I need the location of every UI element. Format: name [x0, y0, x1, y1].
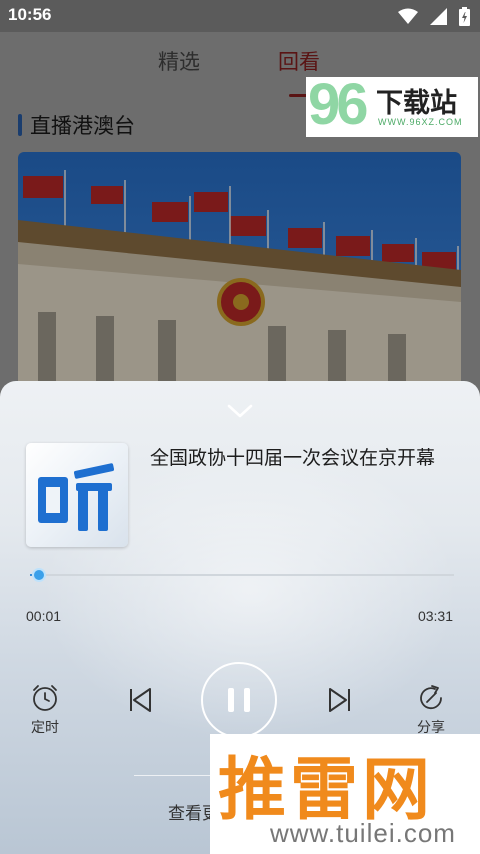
section-accent-bar [18, 114, 22, 136]
pause-icon [228, 688, 250, 712]
alarm-clock-icon [33, 685, 57, 711]
watermark-tuilei-url: www.tuilei.com [270, 818, 456, 848]
section-title: 直播港澳台 [30, 114, 135, 138]
watermark-number: 96 [308, 72, 368, 137]
live-thumbnail[interactable] [18, 152, 461, 392]
chevron-down-icon[interactable] [226, 401, 254, 421]
timer-label: 定时 [31, 720, 59, 736]
status-bar: 10:56 [0, 0, 480, 32]
status-time: 10:56 [8, 5, 52, 24]
track-title: 全国政协十四届一次会议在京开幕 [150, 447, 436, 469]
progress-bar[interactable] [30, 574, 454, 576]
album-cover: 听 [26, 443, 128, 547]
signal-icon [430, 8, 447, 25]
wifi-icon [398, 8, 418, 24]
battery-icon [459, 7, 470, 26]
pause-button[interactable] [201, 662, 277, 738]
watermark-url: WWW.96XZ.COM [378, 117, 463, 127]
progress-knob[interactable] [32, 568, 47, 582]
total-time: 03:31 [417, 608, 453, 624]
timer-button[interactable]: 定时 [30, 683, 60, 737]
share-icon [420, 685, 442, 710]
tab-featured[interactable]: 精选 [158, 46, 200, 76]
watermark-name: 下载站 [376, 88, 457, 119]
cover-text: 听 [77, 541, 78, 544]
watermark-96xz: 96 下载站 WWW.96XZ.COM [306, 72, 478, 137]
ting-logo-icon: 听 [38, 463, 115, 544]
watermark-tuilei: 推雷网 www.tuilei.com [210, 734, 480, 854]
share-button[interactable]: 分享 [416, 683, 446, 737]
skip-next-icon[interactable] [328, 687, 352, 713]
current-time: 00:01 [26, 608, 62, 624]
building-photo [18, 152, 461, 392]
section-header: 直播港澳台 [18, 110, 135, 140]
status-icons [398, 7, 470, 26]
skip-previous-icon[interactable] [128, 687, 152, 713]
